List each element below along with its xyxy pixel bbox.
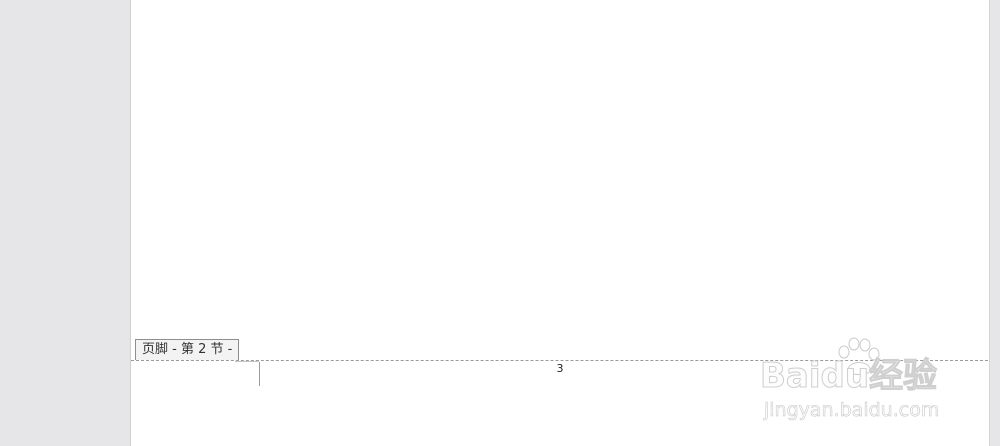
footer-divider-line bbox=[131, 360, 988, 361]
footer-section-tag: 页脚 - 第 2 节 - bbox=[135, 339, 240, 360]
workspace-left-margin bbox=[0, 0, 130, 446]
workspace-right-margin bbox=[990, 0, 1000, 446]
footer-margin-marker bbox=[235, 361, 259, 362]
text-cursor bbox=[259, 362, 260, 386]
footer-page-number[interactable]: 3 bbox=[553, 362, 567, 376]
